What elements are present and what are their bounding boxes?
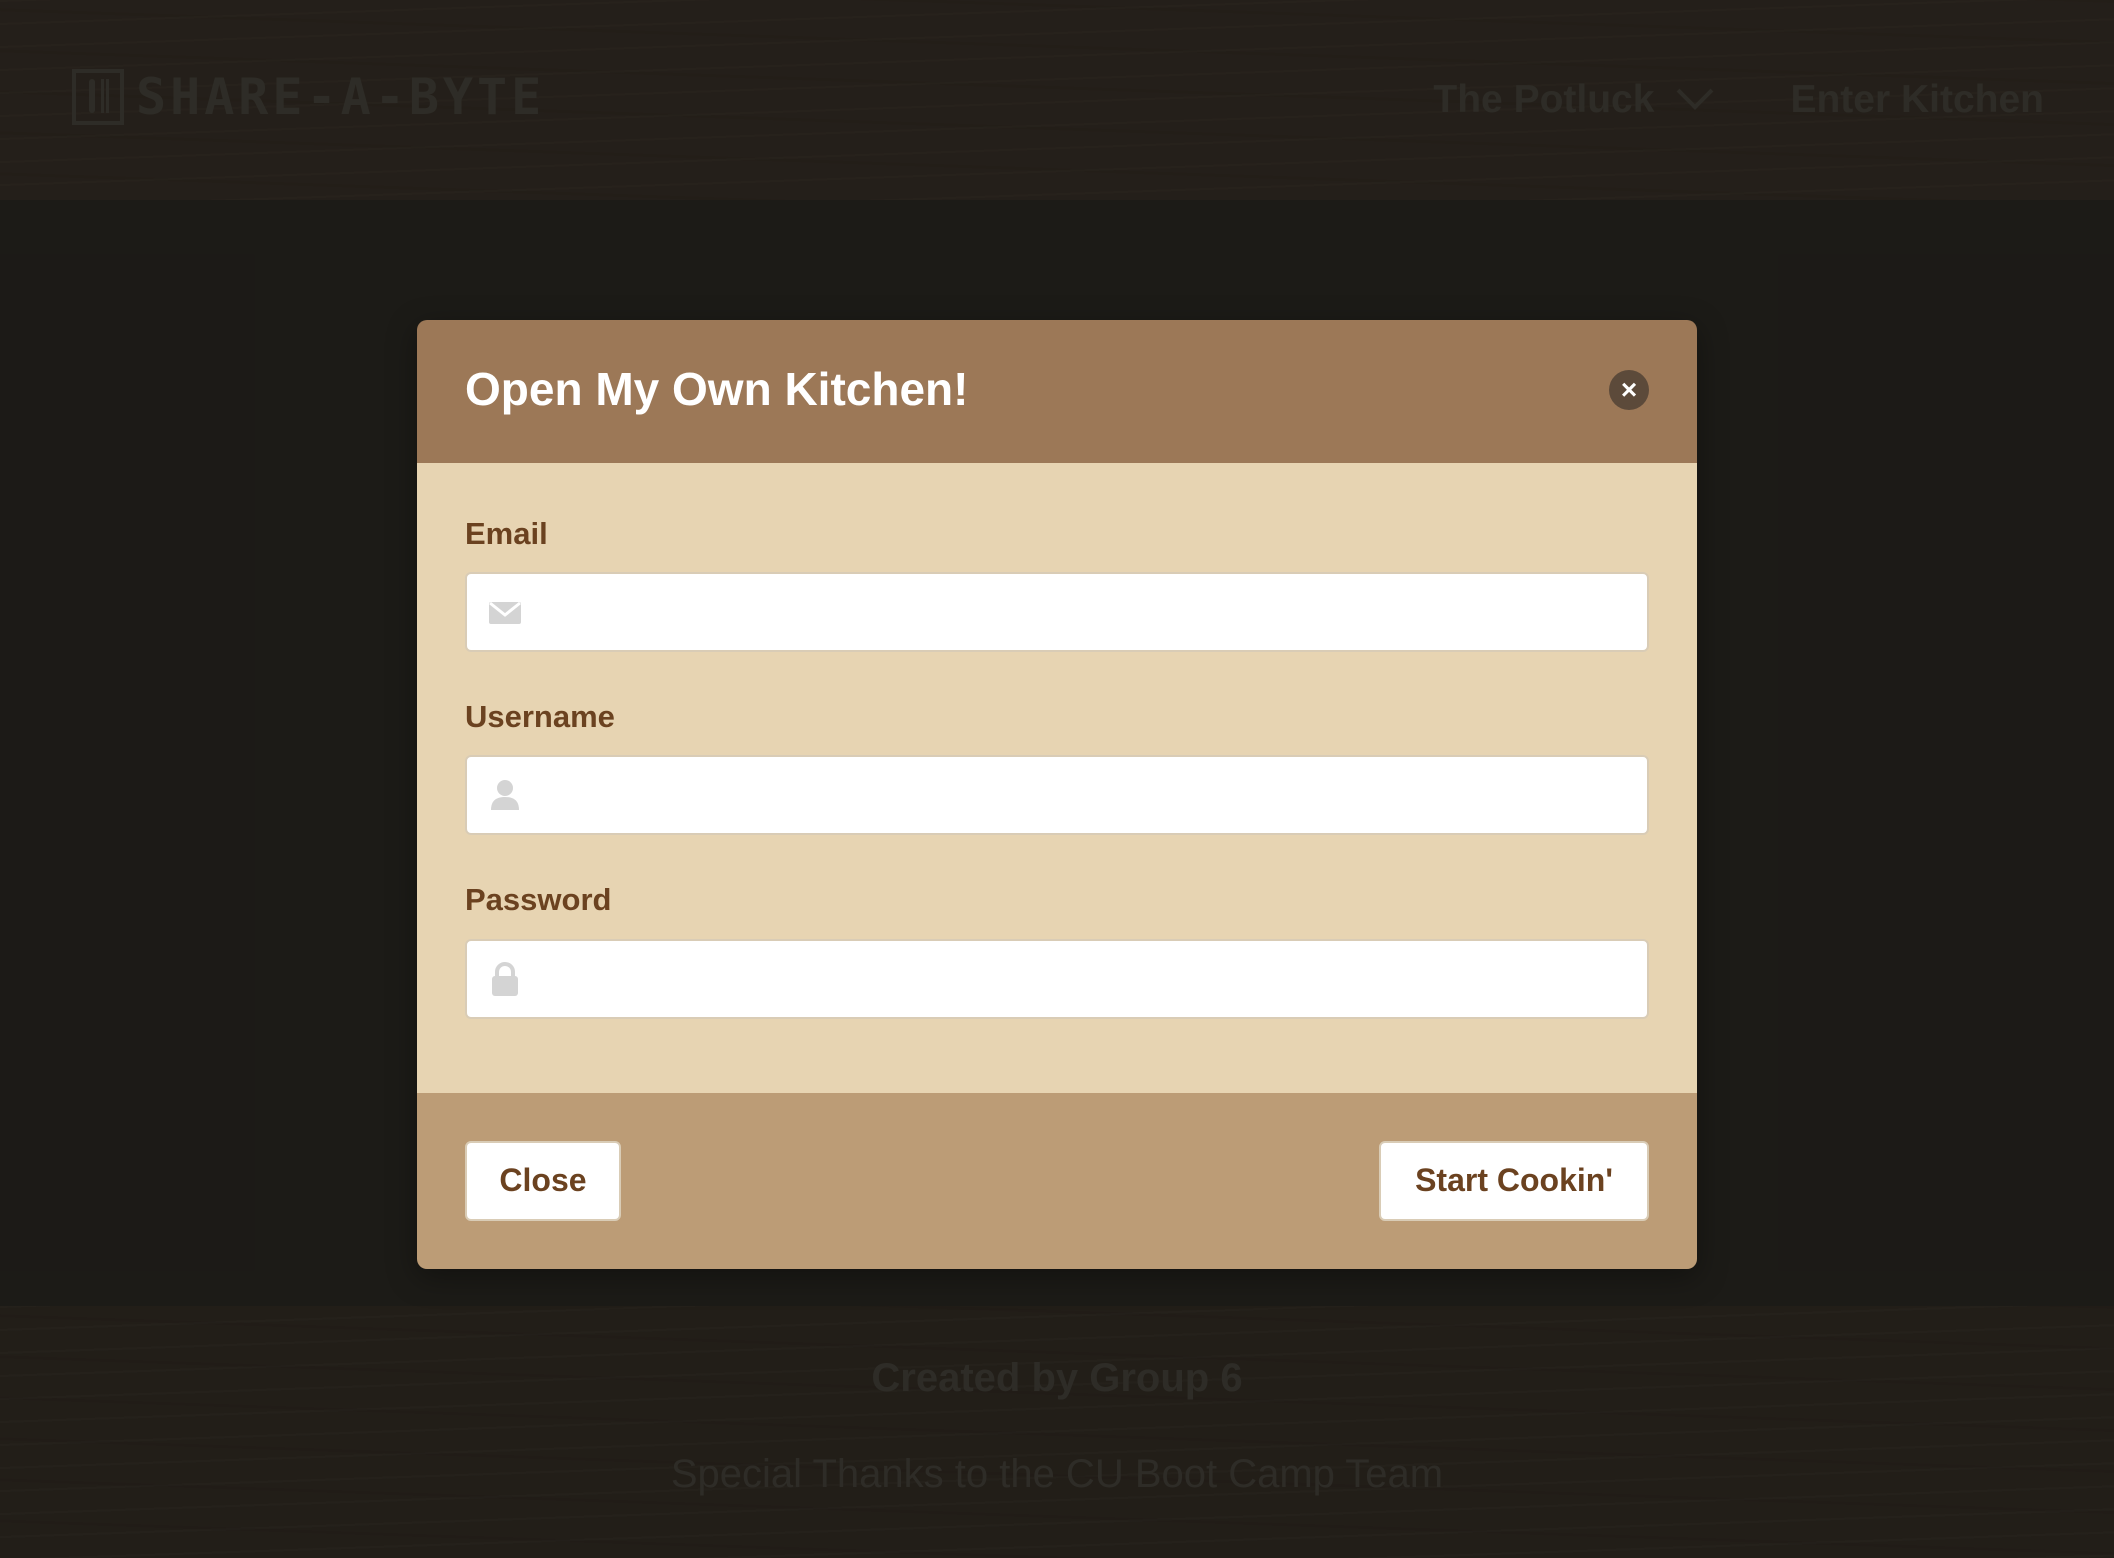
user-icon [487, 775, 523, 815]
envelope-icon [487, 592, 523, 632]
lock-icon [487, 959, 523, 999]
close-button[interactable]: Close [465, 1140, 621, 1221]
username-field-wrapper [465, 755, 1649, 836]
password-field-wrapper [465, 938, 1649, 1019]
modal-header: Open My Own Kitchen! × [417, 320, 1697, 463]
username-field[interactable] [465, 755, 1649, 836]
start-cookin-button[interactable]: Start Cookin' [1379, 1140, 1649, 1221]
close-icon[interactable]: × [1609, 370, 1649, 410]
password-label: Password [465, 882, 612, 918]
password-field[interactable] [465, 938, 1649, 1019]
email-field-wrapper [465, 572, 1649, 653]
modal-title: Open My Own Kitchen! [465, 363, 969, 415]
username-label: Username [465, 699, 615, 735]
email-label: Email [465, 516, 548, 551]
modal-body: Email Username Password [417, 463, 1697, 1093]
modal-footer: Close Start Cookin' [417, 1092, 1697, 1269]
signup-modal: Open My Own Kitchen! × Email Username Pa… [417, 320, 1697, 1269]
email-field[interactable] [465, 572, 1649, 653]
